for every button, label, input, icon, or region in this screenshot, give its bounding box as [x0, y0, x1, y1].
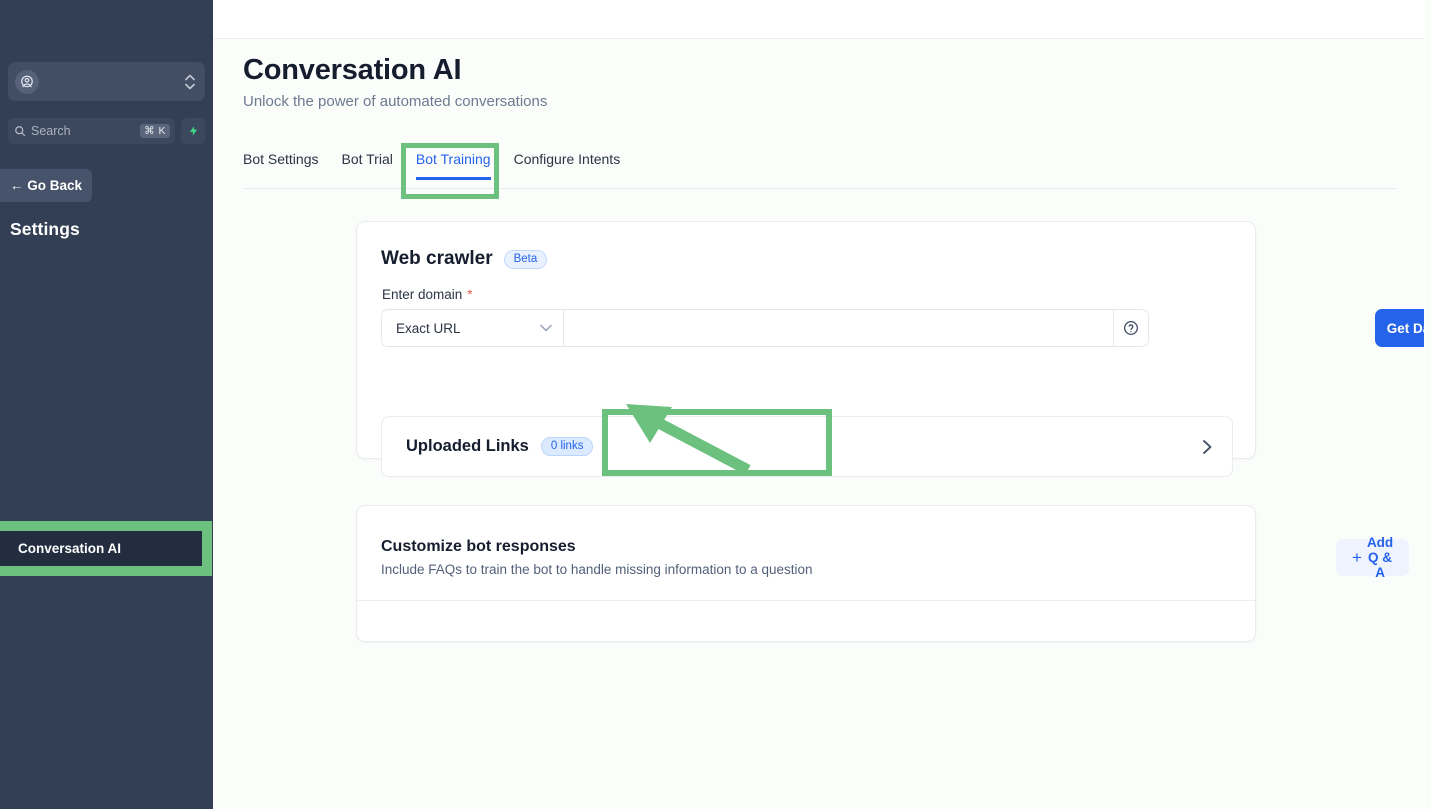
- sidebar-item-label: Conversation AI: [18, 541, 122, 556]
- page-title: Conversation AI: [243, 54, 462, 86]
- tab-bar: Bot Settings Bot Trial Bot Training Conf…: [243, 151, 1397, 189]
- domain-input[interactable]: [564, 309, 1114, 347]
- search-input[interactable]: [31, 124, 131, 138]
- go-back-button[interactable]: ← Go Back: [0, 169, 92, 202]
- tab-bot-trial[interactable]: Bot Trial: [342, 151, 393, 180]
- customize-bot-responses-card: Customize bot responses Include FAQs to …: [356, 505, 1410, 642]
- web-crawler-title: Web crawler: [381, 248, 493, 269]
- go-back-label: ← Go Back: [10, 178, 83, 193]
- org-switcher[interactable]: [8, 62, 205, 101]
- beta-badge: Beta: [503, 249, 548, 269]
- user-pin-icon: [15, 69, 39, 94]
- app-root: ⌘ K ← Go Back Settings Conversation AI C…: [0, 0, 1431, 809]
- add-qa-label: Add Q & A: [1366, 535, 1394, 580]
- bolt-icon[interactable]: [181, 118, 205, 144]
- uploaded-links-title: Uploaded Links: [406, 437, 529, 455]
- web-crawler-header: Web crawler Beta: [381, 248, 548, 270]
- customize-responses-title: Customize bot responses: [381, 538, 576, 555]
- search-box[interactable]: ⌘ K: [8, 118, 175, 144]
- tab-bot-settings[interactable]: Bot Settings: [243, 151, 319, 180]
- search-row: ⌘ K: [8, 118, 205, 144]
- url-match-type-value: Exact URL: [396, 320, 461, 336]
- search-icon: [14, 125, 26, 137]
- sidebar-item-conversation-ai[interactable]: Conversation AI: [0, 531, 202, 566]
- uploaded-links-left: Uploaded Links 0 links: [406, 437, 594, 456]
- top-bar: [213, 0, 1424, 39]
- plus-icon: +: [1352, 548, 1362, 567]
- enter-domain-label: Enter domain *: [382, 287, 473, 302]
- customize-responses-subtitle: Include FAQs to train the bot to handle …: [381, 562, 813, 577]
- enter-domain-label-text: Enter domain: [382, 287, 463, 302]
- sidebar-section-title: Settings: [10, 219, 80, 239]
- right-rail: [1424, 0, 1431, 809]
- search-shortcut-badge: ⌘ K: [140, 124, 170, 138]
- web-crawler-card: Web crawler Beta Enter domain * Exact URL: [356, 221, 1424, 477]
- uploaded-links-row[interactable]: Uploaded Links 0 links: [381, 416, 1233, 477]
- get-data-button[interactable]: Get Data: [1375, 309, 1424, 347]
- question-circle-icon[interactable]: [1114, 309, 1149, 347]
- tab-configure-intents[interactable]: Configure Intents: [514, 151, 621, 180]
- domain-input-group: Exact URL: [381, 309, 1149, 347]
- chevron-updown-icon: [185, 74, 195, 89]
- chevron-down-icon: [540, 324, 552, 332]
- chevron-right-icon[interactable]: [1202, 439, 1213, 455]
- card-divider: [357, 600, 1255, 601]
- uploaded-links-count-badge: 0 links: [540, 437, 594, 456]
- url-match-type-select[interactable]: Exact URL: [381, 309, 564, 347]
- required-asterisk: *: [467, 287, 473, 302]
- add-qa-button[interactable]: + Add Q & A: [1336, 535, 1410, 580]
- main-content: Conversation AI Unlock the power of auto…: [213, 39, 1424, 809]
- sidebar: ⌘ K ← Go Back Settings Conversation AI: [0, 0, 213, 809]
- page-subtitle: Unlock the power of automated conversati…: [243, 93, 548, 110]
- tab-bot-training[interactable]: Bot Training: [415, 151, 491, 180]
